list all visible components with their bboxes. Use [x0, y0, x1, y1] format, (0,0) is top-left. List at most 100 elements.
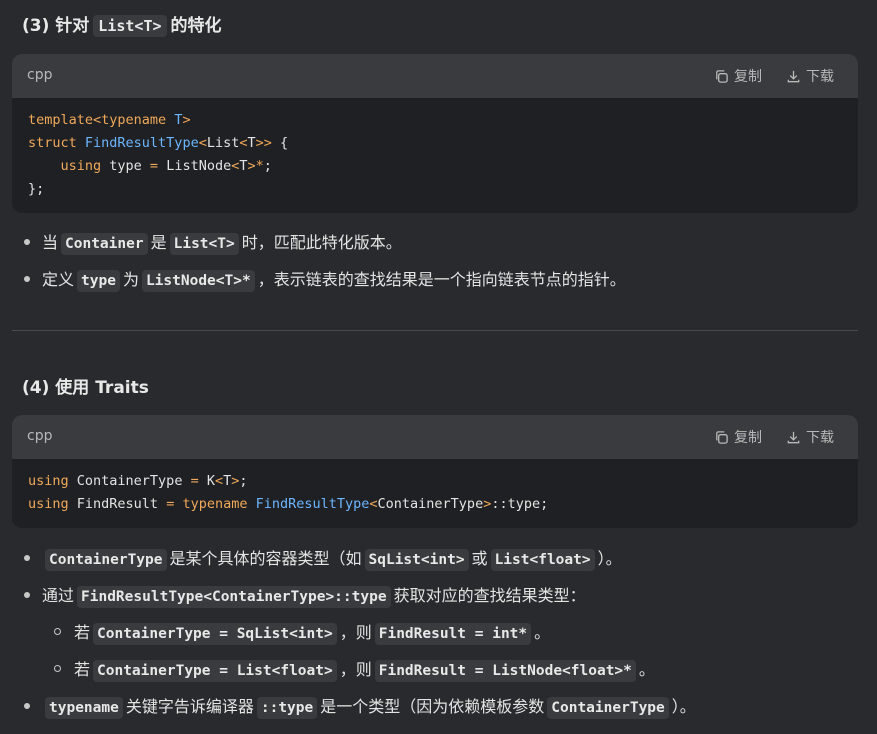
list-text: 时，匹配此特化版本。 [241, 233, 402, 252]
code-token: T [239, 158, 248, 174]
list-item: 定义 type 为 ListNode<T>* ，表示链表的查找结果是一个指向链表节点的指… [22, 261, 626, 298]
list-text: 定义 [42, 270, 75, 289]
list-text: 若 [74, 660, 91, 679]
inline-code: List<float> [490, 549, 595, 571]
code-token: FindResultType [255, 496, 370, 512]
code-block-1: cpp 复制 下载 template<typename T> struct Fin… [12, 54, 858, 213]
list-text: 或 [471, 549, 488, 568]
inline-code: ContainerType [547, 697, 669, 719]
section-3-heading: (3) 针对 List<T> 的特化 [22, 11, 222, 37]
copy-label: 复制 [734, 430, 762, 446]
bullet-marker [54, 665, 61, 672]
code-token: = [190, 473, 207, 489]
list-text: ，则 [339, 660, 372, 679]
inline-code: ::type [256, 697, 318, 719]
code-token: > [182, 112, 191, 128]
code-token: < [239, 135, 248, 151]
inline-code: type [77, 270, 120, 292]
list-text: 是 [150, 233, 167, 252]
code-language-label: cpp [27, 428, 53, 444]
inline-code: FindResult = int* [374, 623, 532, 645]
inline-code: List<T> [169, 233, 239, 255]
code-language-label: cpp [27, 67, 53, 83]
code-token: FindResultType [84, 135, 199, 151]
code-token: { [271, 135, 289, 151]
list-text: 当 [42, 233, 59, 252]
download-button[interactable]: 下载 [786, 66, 834, 86]
sub-list-item: 若 ContainerType = SqList<int> ，则 FindResult… [22, 614, 696, 651]
section-4-heading: (4) 使用 Traits [22, 373, 149, 398]
list-text: 关键字告诉编译器 [125, 697, 254, 716]
code-line: }; [28, 178, 842, 201]
section-divider [12, 330, 858, 331]
code-token: = typename [166, 496, 256, 512]
list-text: ）。 [671, 697, 696, 716]
code-block-1-header: cpp 复制 下载 [12, 54, 858, 98]
code-token: struct [28, 135, 85, 151]
section-4-title: (4) 使用 Traits [22, 378, 149, 398]
inline-code: ListNode<T>* [141, 270, 255, 292]
code-block-2-header: cpp 复制 下载 [12, 415, 858, 459]
download-icon [787, 70, 800, 82]
download-icon [787, 431, 800, 443]
code-block-2-body: using ContainerType = K<T>; using FindRes… [12, 459, 858, 528]
code-block-1-body: template<typename T> struct FindResultTyp… [12, 98, 858, 213]
code-token: }; [28, 181, 45, 197]
code-token: ::type; [491, 496, 549, 512]
bullet-marker [24, 592, 30, 598]
inline-code: FindResultType<ContainerType>::type [77, 586, 391, 608]
code-token: using [28, 473, 77, 489]
list-text: 。 [534, 623, 551, 642]
code-token: ContainerType [76, 473, 191, 489]
code-token: List [206, 135, 240, 151]
code-token: < [369, 496, 378, 512]
code-block-2: cpp 复制 下载 using ContainerType = K<T>; usi… [12, 415, 858, 528]
inline-code: ContainerType = List<float> [93, 660, 337, 682]
copy-button[interactable]: 复制 [714, 66, 762, 86]
inline-code: ContainerType [45, 549, 167, 571]
section-3-title-code: List<T> [93, 15, 167, 37]
code-token: < [214, 473, 224, 489]
code-token: using [28, 158, 110, 174]
code-token: >> [255, 135, 272, 151]
code-token: using [28, 496, 77, 512]
code-token: K [206, 473, 215, 489]
code-line: template<typename T> [28, 109, 842, 132]
code-token: ContainerType [377, 496, 484, 512]
inline-code: FindResult = ListNode<float>* [374, 660, 636, 682]
code-token: T [247, 135, 256, 151]
bullet-marker [24, 276, 30, 282]
list-text: 是某个具体的容器类型（如 [169, 549, 362, 568]
list-text: ）。 [597, 549, 622, 568]
section-3-title-suffix: 的特化 [170, 16, 222, 36]
copy-button[interactable]: 复制 [714, 427, 762, 447]
code-line: using ContainerType = K<T>; [28, 470, 842, 493]
bullet-marker [54, 628, 61, 635]
inline-code: ContainerType = SqList<int> [93, 623, 337, 645]
list-item: 通过 FindResultType<ContainerType>::type 获取对… [22, 577, 696, 614]
code-token: type [109, 158, 150, 174]
list-text: ，表示链表的查找结果是一个指向链表节点的指针。 [257, 270, 626, 289]
section-3-bullet-list: 当 Container 是 List<T> 时，匹配此特化版本。 定义 type 为 ListN… [22, 224, 626, 298]
list-text: 若 [74, 623, 91, 642]
list-item: ContainerType 是某个具体的容器类型（如 SqList<int> 或 Lis… [22, 540, 696, 577]
list-text: ，则 [339, 623, 372, 642]
sub-list-item: 若 ContainerType = List<float> ，则 FindResult… [22, 651, 696, 688]
list-text: 是一个类型（因为依赖模板参数 [320, 697, 545, 716]
copy-icon [716, 69, 728, 83]
download-label: 下载 [806, 69, 834, 85]
list-text: 获取对应的查找结果类型： [393, 586, 586, 605]
code-token: FindResult [76, 496, 167, 512]
code-token: >* [247, 158, 264, 174]
code-line: struct FindResultType<List<T>> { [28, 132, 842, 155]
list-item: 当 Container 是 List<T> 时，匹配此特化版本。 [22, 224, 626, 261]
download-button[interactable]: 下载 [786, 427, 834, 447]
list-text: 为 [122, 270, 139, 289]
list-text: 通过 [42, 586, 75, 605]
bullet-marker [24, 555, 30, 561]
bullet-marker [24, 239, 30, 245]
inline-code: typename [45, 697, 123, 719]
list-item: typename 关键字告诉编译器::type 是一个类型（因为依赖模板参数 Cont… [22, 688, 696, 725]
list-text: 。 [638, 660, 655, 679]
code-token: ; [239, 473, 248, 489]
